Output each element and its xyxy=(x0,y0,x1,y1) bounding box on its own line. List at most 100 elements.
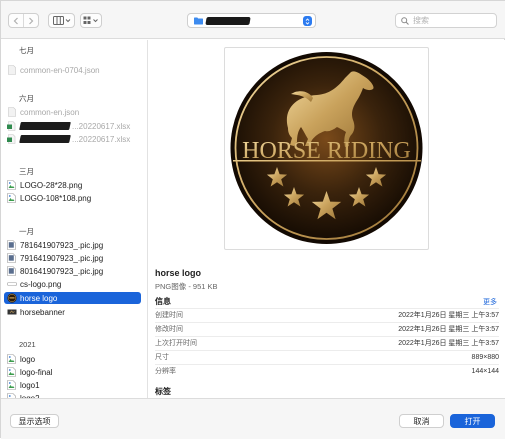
file-name: logo1 xyxy=(20,380,40,390)
file-name: 801641907923_.pic.jpg xyxy=(20,266,104,276)
file-name: 791641907923_.pic.jpg xyxy=(20,253,104,263)
preview-pane: HORSE RIDING horse logo PNG图像 - 951 KB 信… xyxy=(149,40,505,398)
jpg-file-icon xyxy=(6,240,17,251)
list-item[interactable]: horsebanner xyxy=(4,306,141,318)
preview-file-name: horse logo xyxy=(155,268,202,278)
grid-view-icon xyxy=(83,16,98,24)
section-january: 一月 xyxy=(19,227,34,236)
list-item[interactable]: logo-final xyxy=(4,366,141,378)
file-name: cs-logo.png xyxy=(20,279,62,289)
info-key: 上次打开时间 xyxy=(155,340,197,347)
more-link[interactable]: 更多 xyxy=(483,297,497,307)
column-view-icon xyxy=(52,16,70,25)
toolbar xyxy=(1,1,505,39)
section-june: 六月 xyxy=(19,94,34,103)
info-title: 信息 xyxy=(155,297,171,306)
file-name: 781641907923_.pic.jpg xyxy=(20,240,104,250)
file-name: logo-final xyxy=(20,367,53,377)
list-item[interactable]: ...20220617.xlsx xyxy=(4,133,141,145)
list-item[interactable]: ...20220617.xlsx xyxy=(4,120,141,132)
forward-button[interactable] xyxy=(23,14,38,27)
file-name: LOGO-108*108.png xyxy=(20,193,92,203)
magnifier-icon xyxy=(401,16,409,25)
list-item[interactable]: logo xyxy=(4,353,141,365)
info-row-last-opened: 上次打开时间 2022年1月26日 星期三 上午3:57 xyxy=(155,336,499,349)
jpg-file-icon xyxy=(6,266,17,277)
file-name: horse logo xyxy=(20,293,58,303)
list-item-selected[interactable]: horse logo xyxy=(4,292,141,304)
file-name: common-en-0704.json xyxy=(20,65,100,75)
list-item[interactable]: cs-logo.png xyxy=(4,278,141,290)
info-row-modified: 修改时间 2022年1月26日 星期三 上午3:57 xyxy=(155,322,499,335)
folder-icon xyxy=(194,17,203,25)
info-row-dimensions: 尺寸 889×880 xyxy=(155,350,499,363)
section-2021: 2021 xyxy=(19,340,36,349)
list-item[interactable]: logo1 xyxy=(4,379,141,391)
info-key: 创建时间 xyxy=(155,312,183,319)
dialog-footer: 显示选项 取消 打开 xyxy=(1,398,505,439)
image-file-icon xyxy=(6,354,17,365)
back-button[interactable] xyxy=(9,14,23,27)
info-value: 2022年1月26日 星期三 上午3:57 xyxy=(398,340,499,347)
up-down-stepper-icon xyxy=(305,17,310,25)
list-item[interactable]: common-en.json xyxy=(4,106,141,118)
info-key: 分辨率 xyxy=(155,368,176,375)
file-name: ...20220617.xlsx xyxy=(72,121,131,131)
list-item[interactable]: 781641907923_.pic.jpg xyxy=(4,239,141,251)
info-value: 2022年1月26日 星期三 上午3:57 xyxy=(398,326,499,333)
search-input[interactable] xyxy=(413,16,493,25)
jpg-file-icon xyxy=(6,253,17,264)
grid-view-button[interactable] xyxy=(80,13,102,28)
cancel-button[interactable]: 取消 xyxy=(399,414,444,428)
section-july: 七月 xyxy=(19,46,34,55)
redacted-folder-name xyxy=(205,17,251,25)
list-item[interactable]: 791641907923_.pic.jpg xyxy=(4,252,141,264)
file-list-sidebar: 七月 common-en-0704.json 六月 common-en.json… xyxy=(1,40,148,398)
show-options-button[interactable]: 显示选项 xyxy=(10,414,59,428)
png-file-icon xyxy=(6,279,17,290)
info-value: 144×144 xyxy=(471,367,499,375)
info-key: 尺寸 xyxy=(155,354,169,361)
list-item[interactable]: LOGO-28*28.png xyxy=(4,179,141,191)
horse-logo-icon xyxy=(6,293,17,304)
info-row-resolution: 分辨率 144×144 xyxy=(155,364,499,377)
redacted-file-name xyxy=(19,135,71,143)
xlsx-file-icon xyxy=(6,121,17,132)
list-item[interactable]: LOGO-108*108.png xyxy=(4,192,141,204)
info-row-created: 创建时间 2022年1月26日 星期三 上午3:57 xyxy=(155,308,499,321)
xlsx-file-icon xyxy=(6,134,17,145)
json-file-icon xyxy=(6,65,17,76)
search-field[interactable] xyxy=(395,13,497,28)
file-name: horsebanner xyxy=(20,307,65,317)
file-name: logo xyxy=(20,354,36,364)
json-file-icon xyxy=(6,107,17,118)
tags-title: 标签 xyxy=(155,387,171,396)
logo-text: HORSE RIDING xyxy=(242,138,411,164)
list-item[interactable]: common-en-0704.json xyxy=(4,64,141,76)
preview-thumbnail: HORSE RIDING xyxy=(224,47,429,250)
info-value: 2022年1月26日 星期三 上午3:57 xyxy=(398,312,499,319)
banner-file-icon xyxy=(6,307,17,318)
chevron-left-icon xyxy=(13,17,18,24)
info-value: 889×880 xyxy=(471,353,499,361)
open-button[interactable]: 打开 xyxy=(450,414,495,428)
list-item[interactable]: 801641907923_.pic.jpg xyxy=(4,265,141,277)
open-file-dialog: 七月 common-en-0704.json 六月 common-en.json… xyxy=(0,0,505,439)
image-file-icon xyxy=(6,180,17,191)
location-popup[interactable] xyxy=(187,13,316,28)
location-stepper[interactable] xyxy=(303,16,312,26)
horse-riding-logo: HORSE RIDING xyxy=(230,52,423,244)
chevron-right-icon xyxy=(29,17,34,24)
info-key: 修改时间 xyxy=(155,326,183,333)
column-view-button[interactable] xyxy=(48,13,75,28)
section-march: 三月 xyxy=(19,167,34,176)
file-name: ...20220617.xlsx xyxy=(72,134,131,144)
redacted-file-name xyxy=(19,122,71,130)
image-file-icon xyxy=(6,367,17,378)
back-forward-group xyxy=(8,13,39,28)
image-file-icon xyxy=(6,193,17,204)
file-name: LOGO-28*28.png xyxy=(20,180,83,190)
image-file-icon xyxy=(6,380,17,391)
file-name: common-en.json xyxy=(20,107,80,117)
preview-file-kind: PNG图像 - 951 KB xyxy=(155,282,218,291)
